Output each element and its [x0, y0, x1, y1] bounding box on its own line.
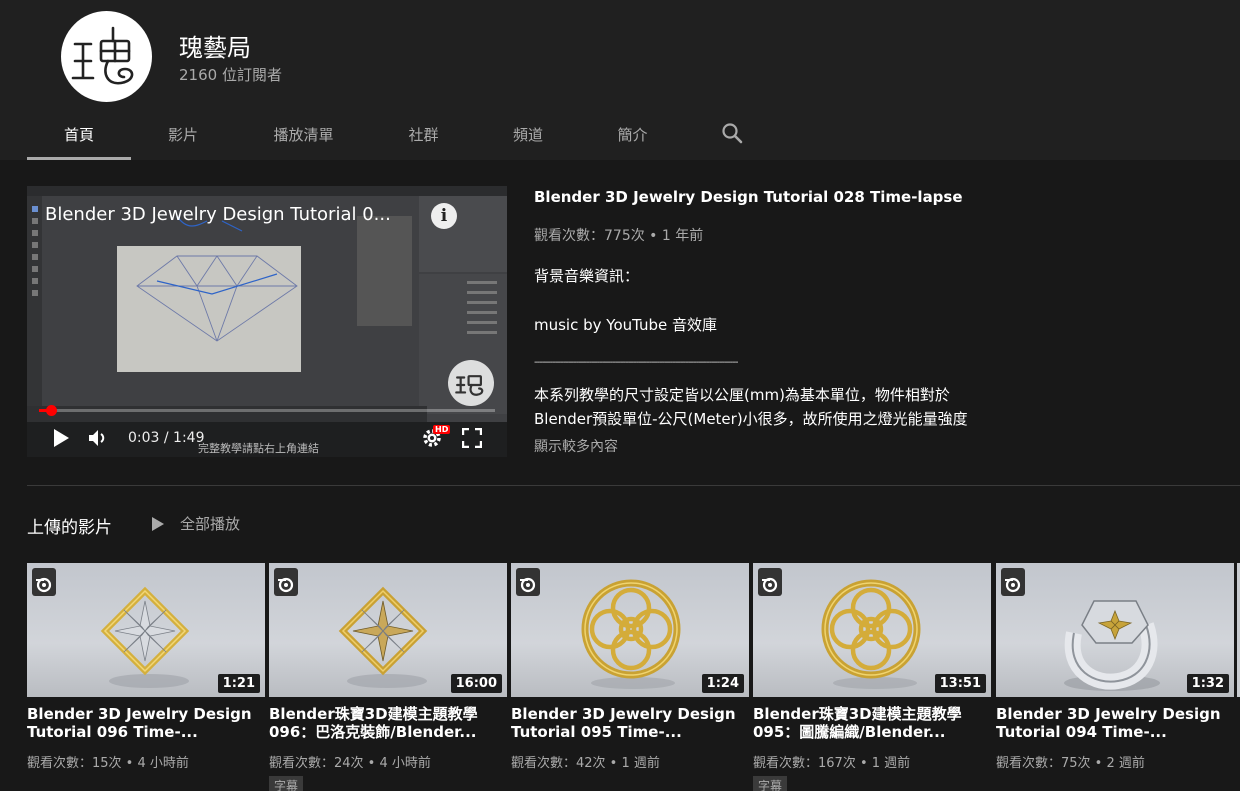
- video-thumbnail[interactable]: 1:24: [511, 563, 749, 697]
- video-meta: 觀看次數：42次 • 1 週前: [511, 756, 660, 771]
- video-duration: 1:24: [701, 674, 744, 693]
- video-frame-blender-ui: [27, 186, 507, 457]
- video-meta: 觀看次數：24次 • 4 小時前: [269, 756, 431, 771]
- video-thumbnail[interactable]: 16:00: [269, 563, 507, 697]
- section-divider: [27, 485, 1240, 486]
- video-title[interactable]: Blender 3D Jewelry Design Tutorial 094 T…: [996, 705, 1228, 741]
- blender-logo-icon: [758, 568, 782, 596]
- featured-video-player[interactable]: Blender 3D Jewelry Design Tutorial 0... …: [27, 186, 507, 457]
- search-icon[interactable]: [720, 121, 744, 145]
- video-duration: 13:51: [934, 674, 986, 693]
- description-line: 本系列教學的尺寸設定皆以公厘(mm)為基本單位，物件相對於: [534, 386, 950, 404]
- video-title[interactable]: Blender 3D Jewelry Design Tutorial 096 T…: [27, 705, 259, 741]
- watermark-logo-icon: [448, 360, 494, 406]
- video-thumbnail[interactable]: 1:21: [27, 563, 265, 697]
- blender-logo-icon: [516, 568, 540, 596]
- channel-logo-icon: [71, 26, 134, 85]
- description-line: music by YouTube 音效庫: [534, 316, 718, 334]
- play-icon[interactable]: [52, 428, 70, 452]
- shelf-title[interactable]: 上傳的影片: [27, 513, 112, 538]
- description-line: Blender預設單位-公尺(Meter)小很多，故所使用之燈光能量強度: [534, 410, 968, 428]
- video-overlay-title[interactable]: Blender 3D Jewelry Design Tutorial 0...: [45, 204, 391, 225]
- tab-community[interactable]: 社群: [372, 108, 475, 160]
- channel-tabs: 首頁 影片 播放清單 社群 頻道 簡介: [27, 108, 684, 160]
- video-meta: 觀看次數：75次 • 2 週前: [996, 756, 1145, 771]
- video-title[interactable]: Blender 3D Jewelry Design Tutorial 095 T…: [511, 705, 743, 741]
- tab-channels[interactable]: 頻道: [475, 108, 581, 160]
- video-duration: 16:00: [450, 674, 502, 693]
- blender-logo-icon: [274, 568, 298, 596]
- hd-badge: HD: [433, 425, 451, 434]
- tab-videos[interactable]: 影片: [131, 108, 235, 160]
- tab-playlists[interactable]: 播放清單: [235, 108, 372, 160]
- volume-icon[interactable]: [88, 428, 110, 452]
- video-title[interactable]: Blender珠寶3D建模主題教學 096：巴洛克裝飾/Blender...: [269, 705, 501, 741]
- video-time: 0:03 / 1:49: [128, 430, 205, 446]
- info-icon[interactable]: i: [431, 203, 457, 229]
- tab-home[interactable]: 首頁: [27, 108, 131, 160]
- blender-logo-icon: [32, 568, 56, 596]
- fullscreen-icon[interactable]: [461, 427, 483, 452]
- subtitles-badge: 字幕: [269, 776, 304, 791]
- featured-video-meta: 觀看次數：775次 • 1 年前: [534, 228, 704, 244]
- video-thumbnail[interactable]: 13:51: [753, 563, 991, 697]
- subtitles-badge: 字幕: [753, 776, 788, 791]
- play-all-label: 全部播放: [180, 515, 241, 533]
- description-separator: ----------------------------------------…: [534, 357, 738, 368]
- video-meta: 觀看次數：167次 • 1 週前: [753, 756, 911, 771]
- featured-video-title[interactable]: Blender 3D Jewelry Design Tutorial 028 T…: [534, 188, 963, 206]
- blender-logo-icon: [1001, 568, 1025, 596]
- video-subtitle-overlay: 完整教學請點右上角連結: [198, 442, 319, 455]
- play-icon: [152, 516, 164, 531]
- show-more-link[interactable]: 顯示較多內容: [534, 436, 618, 456]
- video-meta: 觀看次數：15次 • 4 小時前: [27, 756, 189, 771]
- subscriber-count: 2160 位訂閱者: [179, 66, 282, 84]
- description-line: 背景音樂資訊：: [534, 267, 640, 285]
- video-thumbnail[interactable]: 1:32: [996, 563, 1234, 697]
- video-duration: 1:32: [1186, 674, 1229, 693]
- channel-name: 瑰藝局: [179, 34, 251, 62]
- tab-about[interactable]: 簡介: [581, 108, 684, 160]
- video-title[interactable]: Blender珠寶3D建模主題教學 095：圖騰編織/Blender...: [753, 705, 985, 741]
- channel-avatar[interactable]: [61, 11, 152, 102]
- play-all-button[interactable]: 全部播放: [150, 513, 240, 534]
- video-duration: 1:21: [217, 674, 260, 693]
- video-progress-bar[interactable]: [39, 405, 495, 416]
